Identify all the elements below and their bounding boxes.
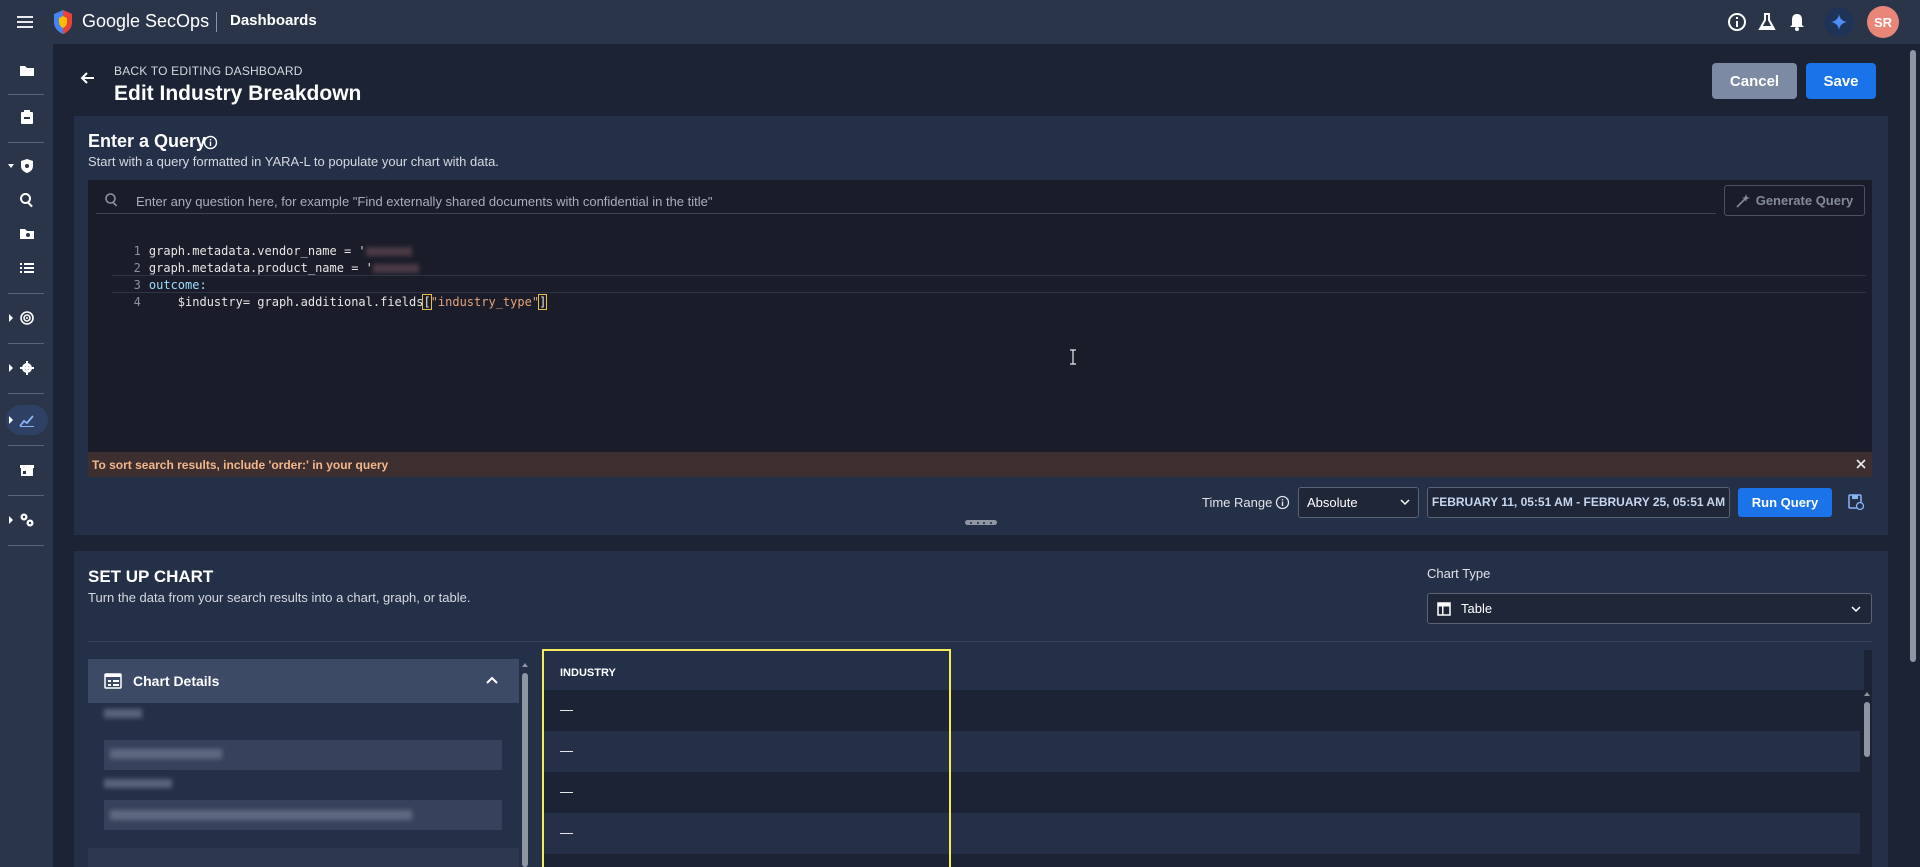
flask-icon[interactable] <box>1756 11 1778 33</box>
nav-admin[interactable] <box>0 505 53 535</box>
arrow-back-icon[interactable] <box>78 68 98 88</box>
wand-icon <box>1736 193 1750 208</box>
nav-list[interactable] <box>0 253 53 283</box>
code-line: 2 graph.metadata.product_name = ' <box>96 243 546 275</box>
ask-question-input[interactable] <box>136 190 1706 212</box>
line-number: 4 <box>133 295 141 309</box>
folder-icon <box>19 66 34 76</box>
details-scrollbar[interactable] <box>522 663 528 867</box>
chart-details-label: Chart Details <box>133 673 220 689</box>
info-icon[interactable] <box>1726 11 1748 33</box>
brand-name[interactable]: Google SecOps <box>82 11 209 32</box>
run-query-button[interactable]: Run Query <box>1738 488 1832 517</box>
back-to-dashboard-link[interactable]: BACK TO EDITING DASHBOARD <box>114 64 303 78</box>
bell-icon[interactable] <box>1786 11 1808 33</box>
cancel-button[interactable]: Cancel <box>1712 63 1797 99</box>
chevron-down-icon <box>1400 499 1410 506</box>
left-navigation <box>0 44 53 867</box>
chart-type-value: Table <box>1461 601 1493 616</box>
user-avatar[interactable]: SR <box>1867 6 1899 38</box>
search-icon <box>19 193 33 208</box>
code-string: "industry_type" <box>430 295 540 309</box>
nav-detection[interactable] <box>0 151 53 181</box>
store-icon <box>19 465 34 476</box>
info-icon[interactable] <box>203 135 218 150</box>
code-bracket: ] <box>538 294 548 310</box>
scrollbar-thumb[interactable] <box>1910 50 1916 662</box>
page-title: Edit Industry Breakdown <box>114 82 362 105</box>
code-block[interactable]: 1 graph.metadata.vendor_name = ' 2 graph.m… <box>96 226 548 310</box>
chevron-up-icon[interactable] <box>485 675 499 685</box>
gemini-button[interactable] <box>1824 7 1854 37</box>
time-range-picker[interactable]: FEBRUARY 11, 05:51 AM - FEBRUARY 25, 05:… <box>1427 487 1730 518</box>
nav-cases[interactable] <box>0 56 53 86</box>
redacted-field <box>88 848 519 867</box>
table-scrollbar[interactable] <box>1863 692 1871 867</box>
clipboard-icon <box>20 110 33 124</box>
divider <box>88 641 1872 642</box>
shield-logo-icon <box>54 10 72 34</box>
text-cursor-icon <box>1070 349 1076 365</box>
query-editor[interactable] <box>88 180 1872 452</box>
save-button[interactable]: Save <box>1806 63 1876 99</box>
chart-section-title: SET UP CHART <box>88 567 214 586</box>
redacted-value <box>110 749 222 759</box>
page-scrollbar[interactable] <box>1906 44 1920 867</box>
chart-type-label: Chart Type <box>1427 566 1491 581</box>
chevron-down-icon <box>1851 606 1861 613</box>
time-range-mode-select[interactable]: Absolute <box>1298 487 1419 518</box>
time-range-label: Time Range <box>1202 495 1273 510</box>
generate-query-button[interactable]: Generate Query <box>1724 185 1865 216</box>
menu-icon[interactable] <box>14 11 36 33</box>
gear-icon <box>19 361 34 375</box>
radar-icon <box>19 311 34 325</box>
query-section-subtitle: Start with a query formatted in YARA-L t… <box>88 154 499 169</box>
column-highlight <box>542 649 951 867</box>
folder-search-icon <box>19 229 34 239</box>
chart-section-subtitle: Turn the data from your search results i… <box>88 590 471 605</box>
table-icon <box>1437 602 1451 616</box>
warning-text: To sort search results, include 'order:'… <box>92 458 389 472</box>
query-section-title: Enter a Query <box>88 131 207 151</box>
chart-type-select[interactable]: Table <box>1427 593 1872 624</box>
redacted-label <box>104 779 172 788</box>
code-line: 3 outcome: <box>96 260 546 292</box>
nav-settings[interactable] <box>0 353 53 383</box>
gears-icon <box>20 513 33 527</box>
list-icon <box>19 263 34 273</box>
resize-handle[interactable] <box>965 520 997 525</box>
nav-search[interactable] <box>0 185 53 215</box>
search-icon <box>105 193 118 207</box>
time-range-mode-value: Absolute <box>1307 495 1358 510</box>
top-app-bar: Google SecOps Dashboards SR <box>0 0 1920 44</box>
code-expression: = graph.additional.fields <box>242 295 424 309</box>
nav-marketplace[interactable] <box>0 455 53 485</box>
save-query-icon[interactable] <box>1848 494 1864 510</box>
generate-query-label: Generate Query <box>1755 193 1854 208</box>
redacted-label <box>104 709 142 718</box>
code-line: 4 $industry= graph.additional.fields["in… <box>96 277 548 310</box>
chart-details-icon <box>104 673 122 689</box>
sparkle-icon <box>1831 14 1847 30</box>
close-icon[interactable] <box>1855 458 1867 470</box>
section-title: Dashboards <box>230 12 317 29</box>
code-line: 1 graph.metadata.vendor_name = ' <box>96 226 546 258</box>
nav-investigation[interactable] <box>0 219 53 249</box>
info-icon[interactable] <box>1275 495 1290 510</box>
code-bracket: [ <box>422 294 432 310</box>
shield-icon <box>20 159 33 173</box>
redacted-value <box>110 810 412 820</box>
code-variable: $industry <box>148 295 243 309</box>
scrollbar-thumb[interactable] <box>522 673 528 867</box>
nav-response[interactable] <box>0 303 53 333</box>
brand-divider <box>216 12 217 32</box>
caret-right-icon <box>9 416 13 424</box>
nav-tasks[interactable] <box>0 102 53 132</box>
scrollbar-thumb[interactable] <box>1864 702 1870 757</box>
chart-line-icon <box>19 415 34 427</box>
